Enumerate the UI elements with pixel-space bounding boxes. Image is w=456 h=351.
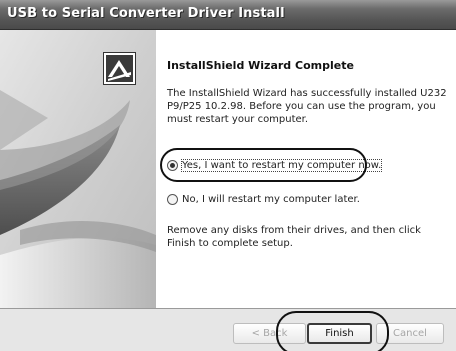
radio-restart-later[interactable] bbox=[167, 193, 178, 205]
cancel-button[interactable]: Cancel bbox=[376, 323, 444, 344]
radio-restart-now[interactable] bbox=[167, 159, 178, 171]
restart-now-label[interactable]: Yes, I want to restart my computer now. bbox=[180, 158, 383, 172]
restart-now-option[interactable]: Yes, I want to restart my computer now. bbox=[167, 157, 383, 173]
restart-later-label[interactable]: No, I will restart my computer later. bbox=[182, 194, 360, 205]
installer-window: USB to Serial Converter Driver Install I… bbox=[0, 0, 456, 351]
remove-disks-text: Remove any disks from their drives, and … bbox=[167, 225, 421, 249]
installshield-logo-icon bbox=[103, 52, 136, 85]
finish-button[interactable]: Finish bbox=[307, 323, 372, 344]
wizard-heading: InstallShield Wizard Complete bbox=[167, 59, 354, 72]
wizard-description: The InstallShield Wizard has successfull… bbox=[167, 88, 447, 125]
restart-later-option[interactable]: No, I will restart my computer later. bbox=[167, 191, 360, 207]
window-title: USB to Serial Converter Driver Install bbox=[7, 6, 285, 21]
title-bar[interactable]: USB to Serial Converter Driver Install bbox=[0, 0, 456, 30]
back-button[interactable]: < Back bbox=[233, 323, 306, 344]
